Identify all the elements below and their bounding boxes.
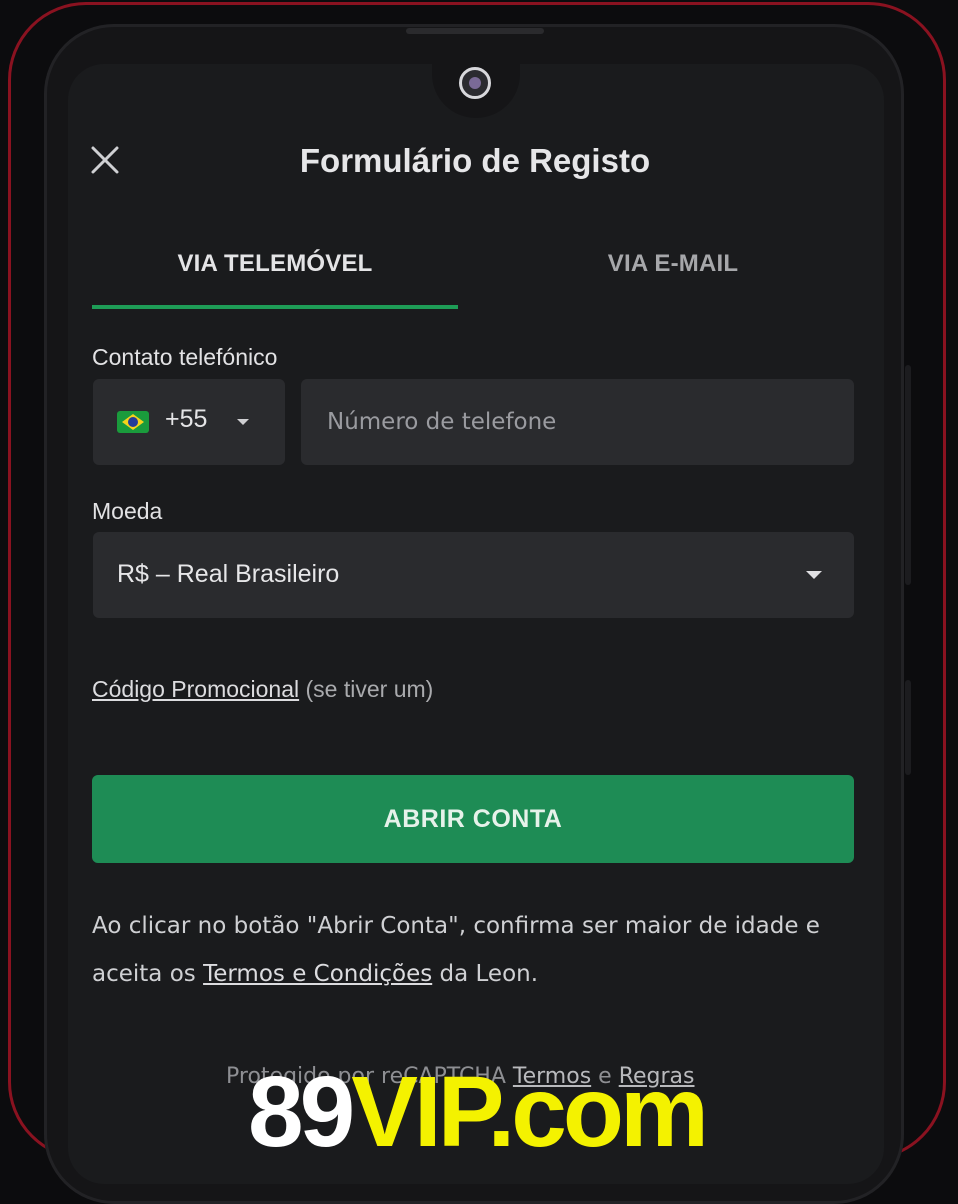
brazil-flag-icon — [117, 411, 149, 433]
terms-notice: Ao clicar no botão "Abrir Conta", confir… — [92, 902, 852, 998]
tab-via-email[interactable]: VIA E-MAIL — [490, 250, 856, 278]
promo-code-link[interactable]: Código Promocional — [92, 676, 299, 702]
phone-screen — [68, 64, 884, 1184]
phone-label: Contato telefónico — [92, 344, 278, 370]
terms-link[interactable]: Termos e Condições — [203, 961, 432, 987]
currency-value: R$ – Real Brasileiro — [117, 560, 340, 588]
phone-speaker — [406, 28, 544, 34]
promo-code-row: Código Promocional (se tiver um) — [92, 676, 433, 703]
open-account-button[interactable]: ABRIR CONTA — [92, 775, 854, 863]
promo-code-hint: (se tiver um) — [305, 676, 434, 702]
front-camera — [459, 67, 491, 99]
watermark-logo: 89VIP.com — [248, 1062, 709, 1162]
watermark-part2: VIP.com — [351, 1056, 709, 1168]
watermark-part1: 89 — [248, 1056, 355, 1168]
country-code-value: +55 — [165, 405, 208, 433]
phone-number-field[interactable] — [301, 379, 854, 465]
currency-label: Moeda — [92, 498, 163, 524]
tab-via-telemovel[interactable]: VIA TELEMÓVEL — [92, 250, 458, 278]
chevron-down-icon — [806, 571, 822, 579]
terms-text-end: da Leon. — [432, 961, 539, 987]
page-title: Formulário de Registo — [299, 142, 651, 179]
close-icon[interactable] — [90, 145, 120, 175]
currency-select[interactable]: R$ – Real Brasileiro — [93, 532, 854, 618]
phone-number-input[interactable] — [301, 379, 854, 465]
country-code-select[interactable]: +55 — [93, 379, 285, 465]
phone-side-button — [905, 680, 911, 775]
phone-side-button — [905, 365, 911, 585]
active-tab-indicator — [92, 305, 458, 309]
chevron-down-icon — [237, 419, 249, 425]
